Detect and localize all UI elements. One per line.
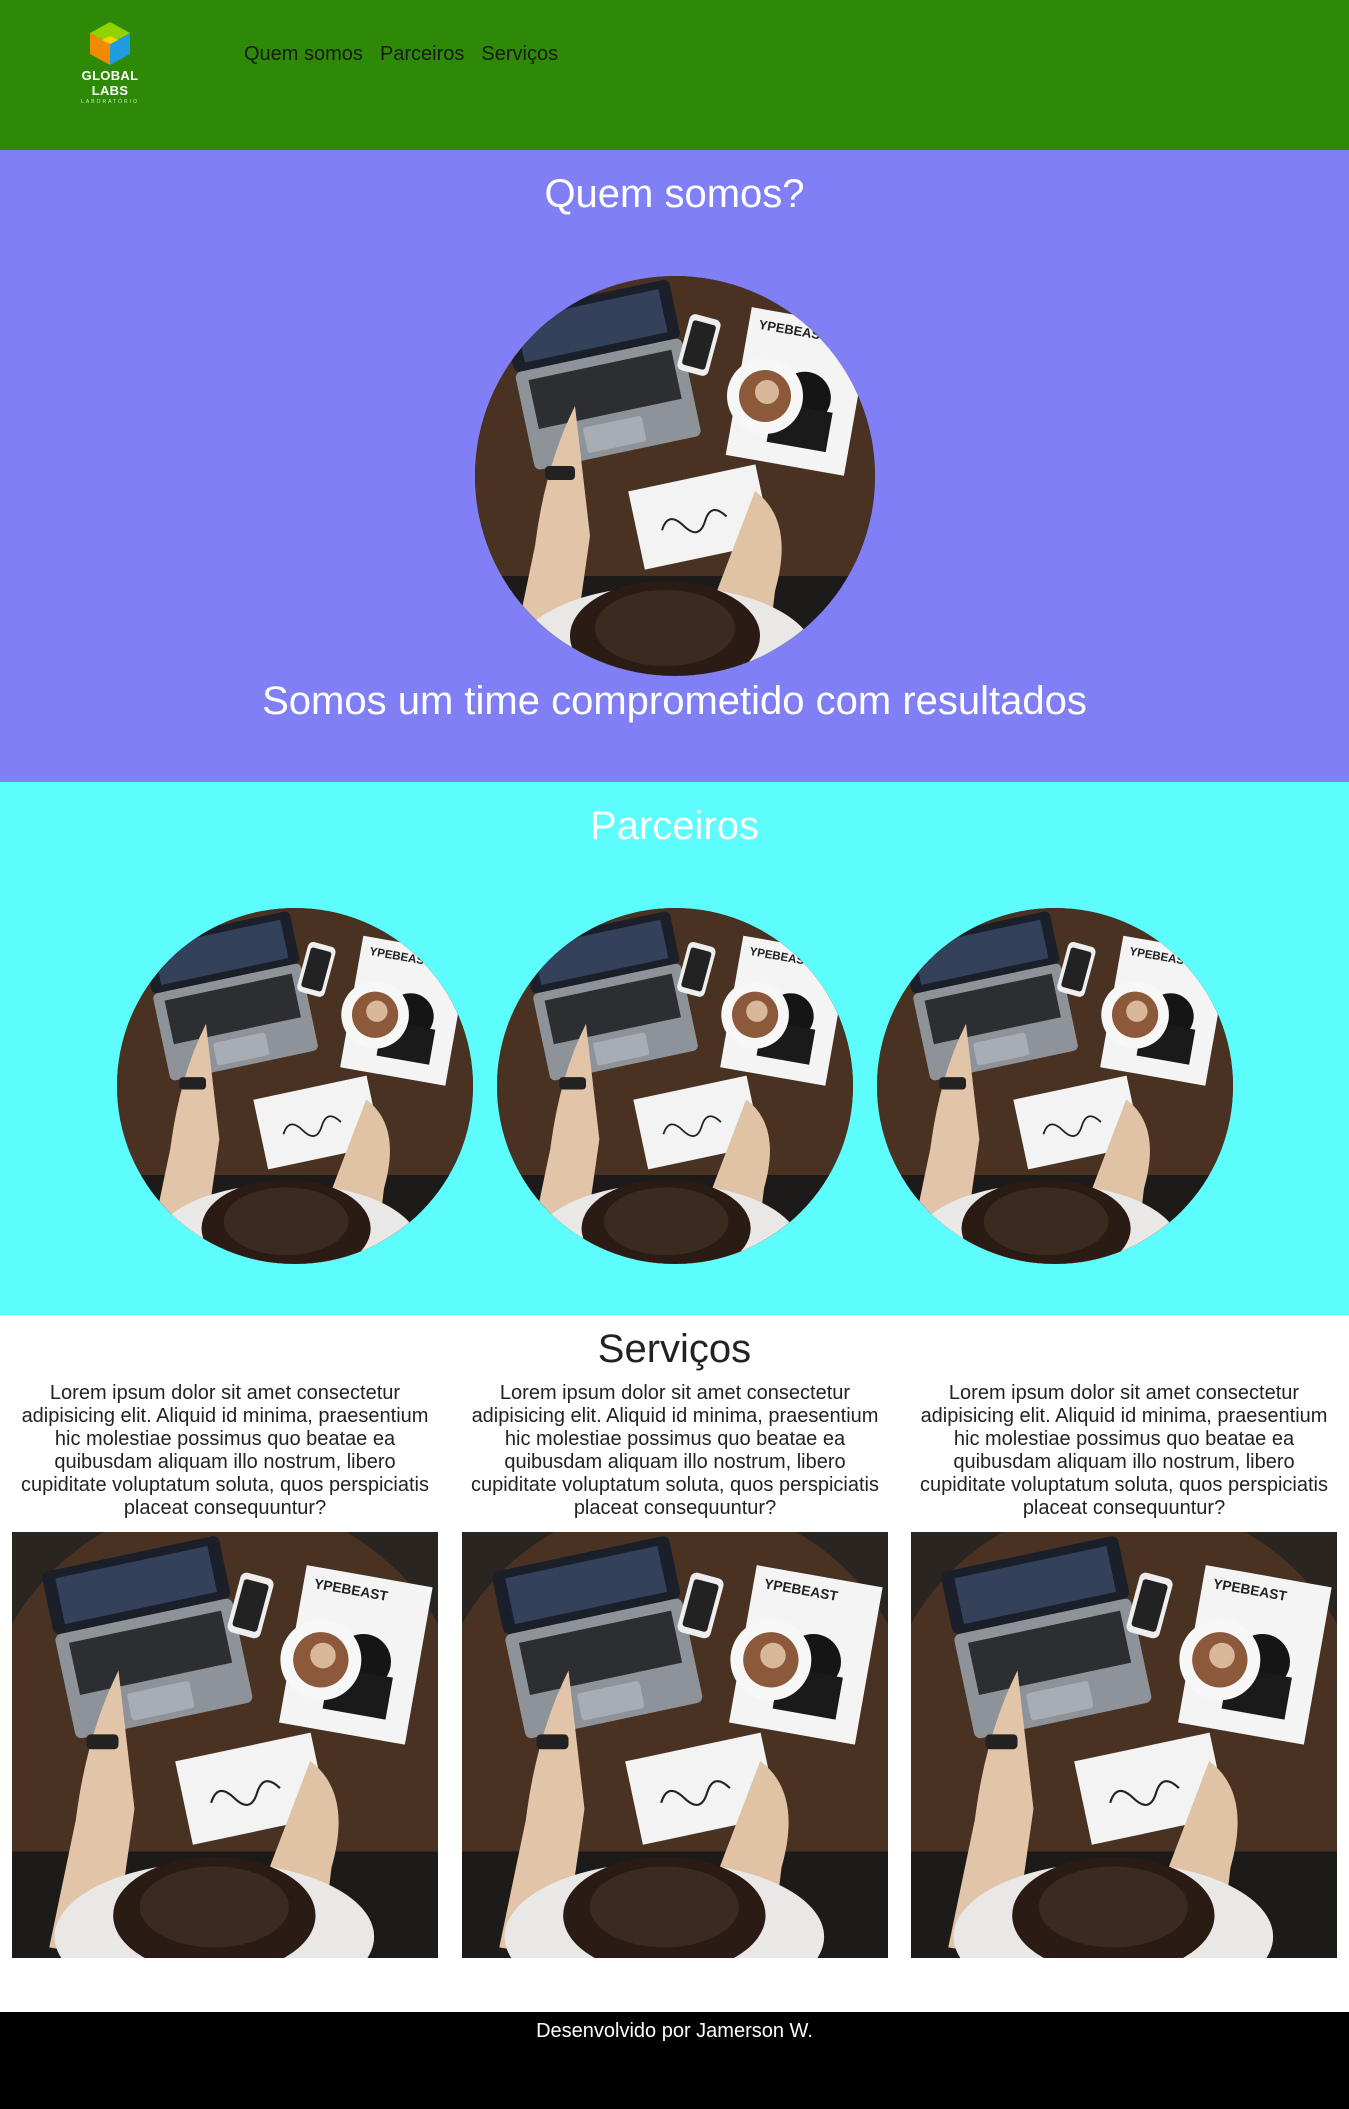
footer-credit: Desenvolvido por Jamerson W.	[536, 2020, 813, 2042]
service-description: Lorem ipsum dolor sit amet consectetur a…	[20, 1382, 429, 1519]
service-card: Lorem ipsum dolor sit amet consectetur a…	[12, 1382, 438, 1958]
service-photo	[462, 1532, 888, 1958]
main-nav: Quem somos Parceiros Serviços	[244, 42, 575, 66]
partner-photo	[877, 908, 1233, 1264]
partner-photo	[497, 908, 853, 1264]
service-card: Lorem ipsum dolor sit amet consectetur a…	[911, 1382, 1337, 1958]
partner-photo	[117, 908, 473, 1264]
logo-text: GLOBAL LABS	[81, 68, 139, 98]
quem-somos-title: Quem somos?	[544, 172, 805, 216]
team-photo	[475, 276, 875, 676]
service-card: Lorem ipsum dolor sit amet consectetur a…	[462, 1382, 888, 1958]
service-photo	[12, 1532, 438, 1958]
global-labs-logo[interactable]: GLOBAL LABS LABORATÓRIO	[64, 20, 156, 105]
servicos-title: Serviços	[597, 1327, 752, 1371]
parceiros-title: Parceiros	[590, 804, 759, 848]
parceiros-section: Parceiros	[0, 782, 1349, 1315]
nav-link-servicos[interactable]: Serviços	[481, 42, 558, 66]
servicos-section: Serviços Lorem ipsum dolor sit amet cons…	[0, 1315, 1349, 2012]
service-description: Lorem ipsum dolor sit amet consectetur a…	[470, 1382, 879, 1519]
site-header: GLOBAL LABS LABORATÓRIO Quem somos Parce…	[0, 0, 1349, 150]
site-footer: Desenvolvido por Jamerson W.	[0, 2012, 1349, 2109]
quem-somos-section: Quem somos? Somos um time comprometido c…	[0, 150, 1349, 782]
nav-link-quem-somos[interactable]: Quem somos	[244, 42, 363, 66]
service-photo	[911, 1532, 1337, 1958]
nav-link-parceiros[interactable]: Parceiros	[380, 42, 464, 66]
quem-somos-tagline: Somos um time comprometido com resultado…	[262, 679, 1087, 723]
cube-logo-icon	[90, 22, 130, 65]
service-description: Lorem ipsum dolor sit amet consectetur a…	[919, 1382, 1328, 1519]
logo-subtext: LABORATÓRIO	[81, 99, 139, 105]
